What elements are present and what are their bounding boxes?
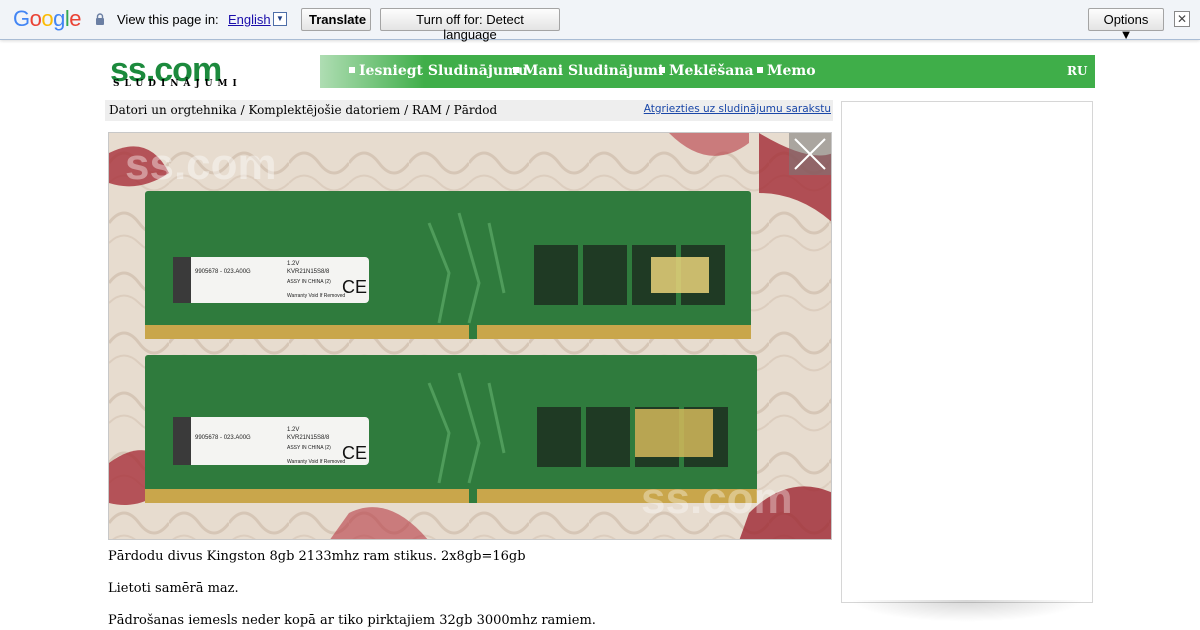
site-logo-subtitle: SLUDINĀJUMI xyxy=(113,79,242,89)
nav-submit-ad[interactable]: Iesniegt Sludinājumu xyxy=(349,63,528,79)
module-label-part: 9905678 - 023.A00G xyxy=(195,269,251,275)
listing-photo[interactable]: ss.com ss.com 9905678 - 023.A00G KVR21N1… xyxy=(108,132,832,540)
back-to-list-link[interactable]: Atgriezties uz sludinājumu sarakstu xyxy=(644,103,831,115)
google-logo: Google xyxy=(13,6,82,31)
language-switch-ru[interactable]: RU xyxy=(1067,64,1087,78)
view-page-label: View this page in: xyxy=(117,12,219,27)
description-line: Pādrošanas iemesls neder kopā ar tiko pi… xyxy=(108,613,596,628)
nav-search[interactable]: Meklēšana xyxy=(659,63,754,79)
module-ce-mark: CE xyxy=(342,277,367,297)
close-icon xyxy=(794,138,826,170)
site-header: ss.com SLUDINĀJUMI Iesniegt Sludinājumu … xyxy=(105,51,1095,89)
module-ce-mark: CE xyxy=(342,443,367,463)
translate-button[interactable]: Translate xyxy=(301,8,371,31)
ad-box[interactable] xyxy=(841,101,1093,603)
watermark-bottom: ss.com xyxy=(641,474,793,523)
breadcrumb-path[interactable]: Datori un orgtehnika / Komplektējošie da… xyxy=(109,103,497,117)
module-label-assy: ASSY IN CHINA (2) xyxy=(287,279,331,285)
bullet-icon xyxy=(349,67,355,73)
module-label-voltage: 1.2V xyxy=(287,261,299,267)
module-label-warranty: Warranty Void If Removed xyxy=(287,459,345,465)
nav-memo[interactable]: Memo xyxy=(757,63,816,79)
ad-box-shadow xyxy=(850,600,1084,622)
photo-close-button[interactable] xyxy=(789,133,831,175)
watermark-top: ss.com xyxy=(125,140,277,189)
turn-off-button[interactable]: Turn off for: Detect language xyxy=(380,8,560,42)
description-line: Lietoti samērā maz. xyxy=(108,581,239,596)
bullet-icon xyxy=(659,67,665,73)
options-button[interactable]: Options ▼ xyxy=(1088,8,1164,42)
module-label-model: KVR21N15S8/8 xyxy=(287,435,330,441)
translate-bar: Google View this page in: English ▼ Tran… xyxy=(0,0,1200,42)
close-icon[interactable]: ✕ xyxy=(1174,11,1190,27)
description-line: Pārdodu divus Kingston 8gb 2133mhz ram s… xyxy=(108,549,526,564)
nav-my-ads[interactable]: Mani Sludinājumi xyxy=(513,63,663,79)
module-label-model: KVR21N15S8/8 xyxy=(287,269,330,275)
language-dropdown-icon[interactable]: ▼ xyxy=(273,12,287,26)
bullet-icon xyxy=(757,67,763,73)
module-label-assy: ASSY IN CHINA (2) xyxy=(287,445,331,451)
lock-icon xyxy=(96,13,104,25)
language-link[interactable]: English xyxy=(228,12,271,27)
breadcrumb: Datori un orgtehnika / Komplektējošie da… xyxy=(105,100,833,121)
module-label-voltage: 1.2V xyxy=(287,427,299,433)
module-label-warranty: Warranty Void If Removed xyxy=(287,293,345,299)
bullet-icon xyxy=(513,67,519,73)
module-label-part: 9905678 - 023.A00G xyxy=(195,435,251,441)
